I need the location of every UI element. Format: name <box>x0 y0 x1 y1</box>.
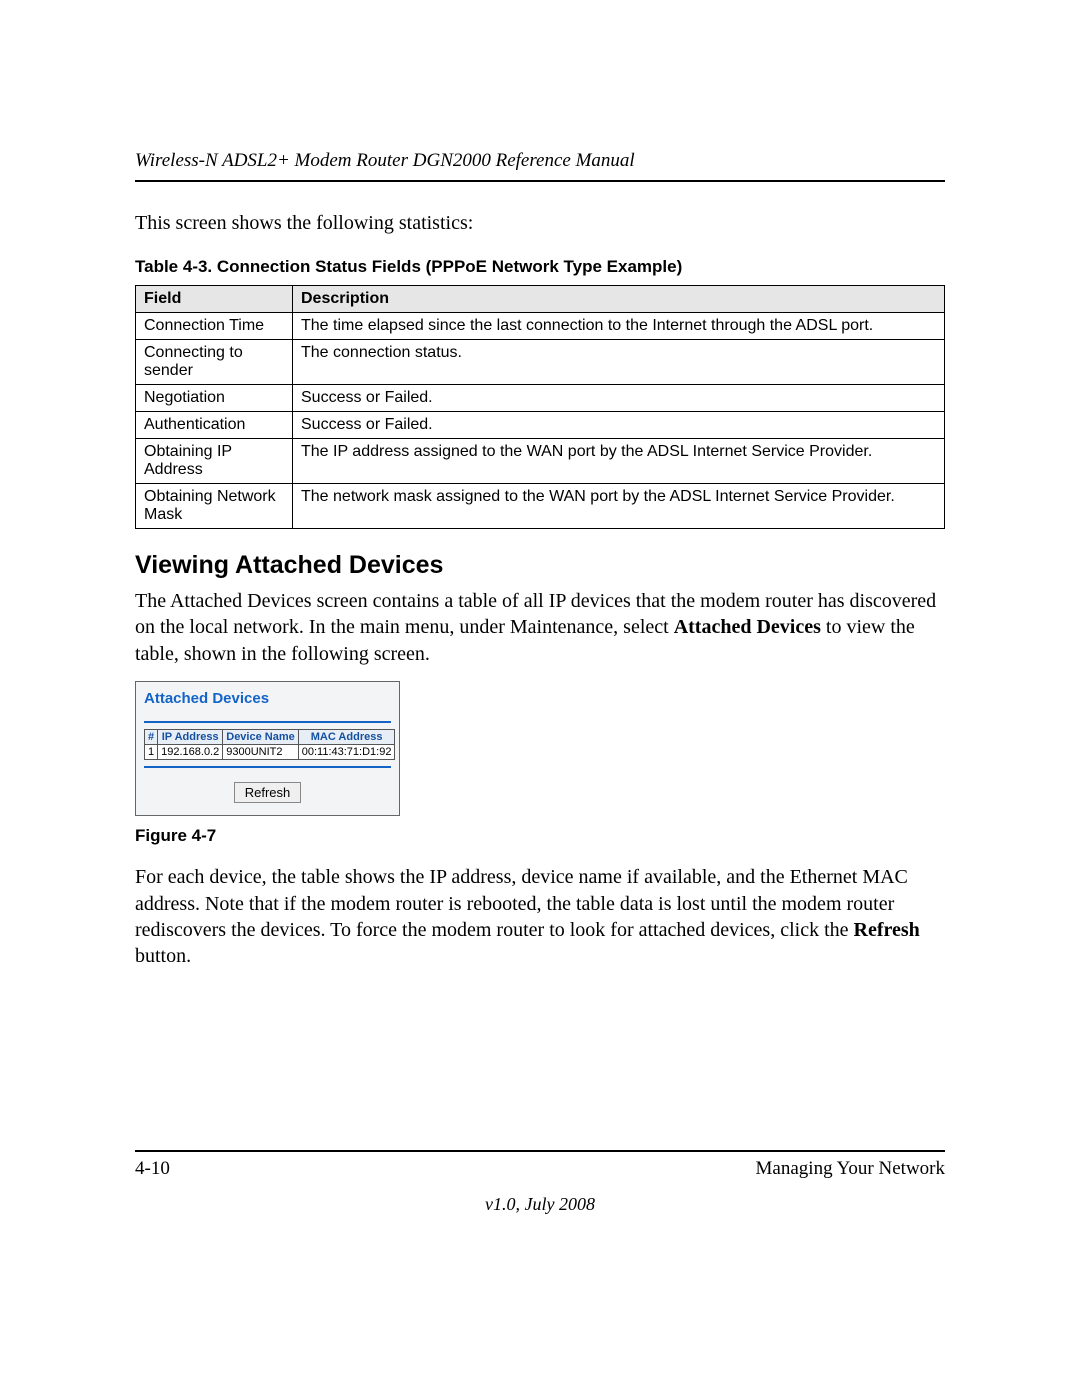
footer-version: v1.0, July 2008 <box>135 1194 945 1215</box>
cell-desc: The connection status. <box>293 340 945 385</box>
attached-devices-title: Attached Devices <box>144 690 391 707</box>
attached-devices-screenshot: Attached Devices # IP Address Device Nam… <box>135 681 400 816</box>
section-heading: Viewing Attached Devices <box>135 551 945 580</box>
th-description: Description <box>293 286 945 313</box>
button-row: Refresh <box>144 782 391 803</box>
table-row: Obtaining IP Address The IP address assi… <box>136 439 945 484</box>
th-number: # <box>145 730 158 745</box>
cell-field: Authentication <box>136 412 293 439</box>
cell-mac: 00:11:43:71:D1:92 <box>298 745 395 760</box>
divider <box>144 721 391 723</box>
th-device-name: Device Name <box>223 730 299 745</box>
para2-bold: Refresh <box>854 919 920 941</box>
cell-field: Obtaining Network Mask <box>136 484 293 529</box>
cell-desc: Success or Failed. <box>293 385 945 412</box>
attached-devices-panel: Attached Devices # IP Address Device Nam… <box>135 681 400 816</box>
table-row: Authentication Success or Failed. <box>136 412 945 439</box>
table-row: Obtaining Network Mask The network mask … <box>136 484 945 529</box>
cell-field: Obtaining IP Address <box>136 439 293 484</box>
refresh-button[interactable]: Refresh <box>234 782 302 803</box>
para2-pre: For each device, the table shows the IP … <box>135 866 908 941</box>
cell-desc: The IP address assigned to the WAN port … <box>293 439 945 484</box>
cell-desc: The time elapsed since the last connecti… <box>293 313 945 340</box>
table-row: Negotiation Success or Failed. <box>136 385 945 412</box>
divider <box>144 766 391 768</box>
para2-post: button. <box>135 945 191 967</box>
table-row: Connecting to sender The connection stat… <box>136 340 945 385</box>
chapter-title: Managing Your Network <box>756 1158 945 1180</box>
cell-ip: 192.168.0.2 <box>158 745 223 760</box>
device-row: 1 192.168.0.2 9300UNIT2 00:11:43:71:D1:9… <box>145 745 395 760</box>
cell-field: Connecting to sender <box>136 340 293 385</box>
table-row: Connection Time The time elapsed since t… <box>136 313 945 340</box>
cell-name: 9300UNIT2 <box>223 745 299 760</box>
connection-status-table: Field Description Connection Time The ti… <box>135 285 945 529</box>
section-para-2: For each device, the table shows the IP … <box>135 864 945 970</box>
footer-row: 4-10 Managing Your Network <box>135 1158 945 1180</box>
running-header: Wireless-N ADSL2+ Modem Router DGN2000 R… <box>135 150 945 182</box>
figure-caption: Figure 4-7 <box>135 826 945 846</box>
cell-desc: The network mask assigned to the WAN por… <box>293 484 945 529</box>
para1-bold: Attached Devices <box>674 616 821 638</box>
th-field: Field <box>136 286 293 313</box>
attached-devices-table: # IP Address Device Name MAC Address 1 1… <box>144 729 395 760</box>
cell-desc: Success or Failed. <box>293 412 945 439</box>
th-mac-address: MAC Address <box>298 730 395 745</box>
page: Wireless-N ADSL2+ Modem Router DGN2000 R… <box>0 0 1080 1275</box>
intro-line: This screen shows the following statisti… <box>135 210 945 237</box>
section-para-1: The Attached Devices screen contains a t… <box>135 588 945 667</box>
table-caption: Table 4-3. Connection Status Fields (PPP… <box>135 257 945 277</box>
cell-number: 1 <box>145 745 158 760</box>
cell-field: Negotiation <box>136 385 293 412</box>
cell-field: Connection Time <box>136 313 293 340</box>
page-number: 4-10 <box>135 1158 170 1180</box>
th-ip-address: IP Address <box>158 730 223 745</box>
footer-rule <box>135 1150 945 1152</box>
